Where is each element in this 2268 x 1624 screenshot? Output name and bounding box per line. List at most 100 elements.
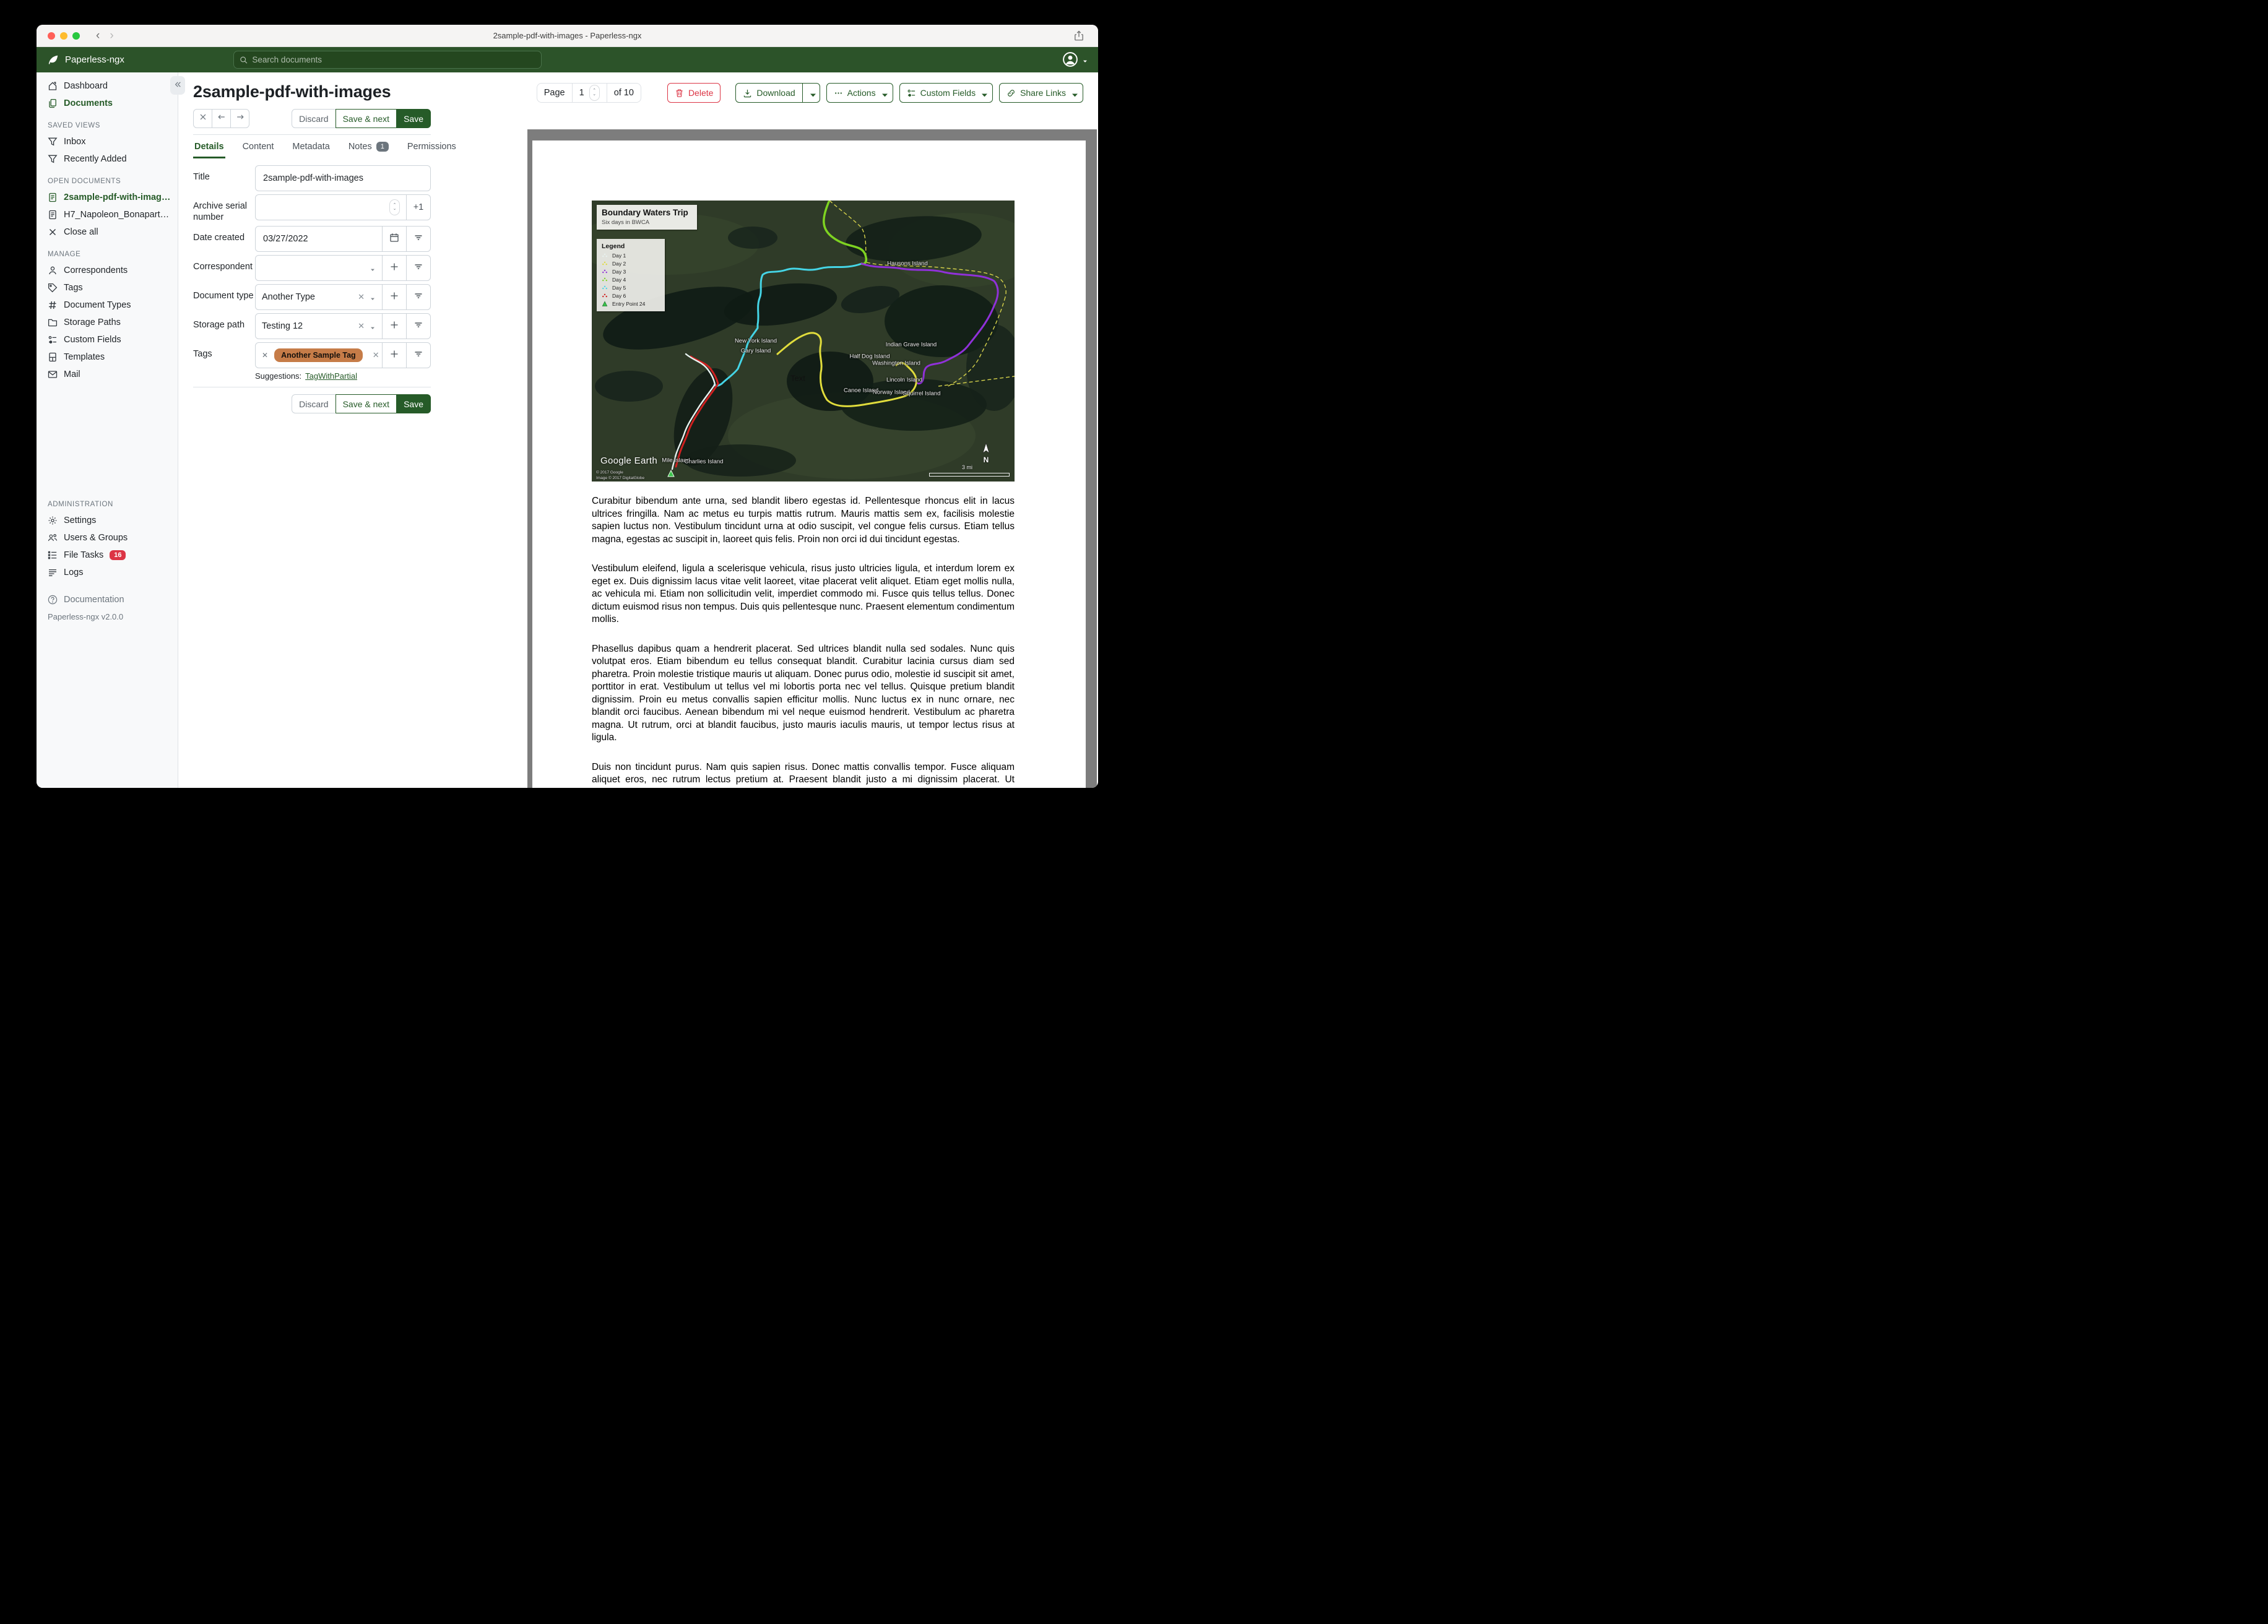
main-content: 2sample-pdf-with-images Discard Save & n… [170,72,1098,788]
sidebar-item-storage-paths[interactable]: Storage Paths [37,314,178,331]
custom-fields-button[interactable]: Custom Fields [899,83,993,103]
pdf-viewer-frame[interactable]: Boundary Waters Trip Six days in BWCA Le… [527,129,1097,788]
collapse-sidebar-button[interactable] [170,76,185,95]
page-stepper[interactable]: ⌃ ⌄ [589,85,600,101]
close-document-button[interactable] [193,109,212,128]
browser-forward-icon[interactable]: › [110,29,113,43]
user-menu[interactable] [1062,51,1088,67]
browser-back-icon[interactable]: ‹ [96,29,100,43]
asn-field[interactable]: ⌃ ⌄ [255,194,407,220]
sidebar-item-close-all[interactable]: Close all [37,223,178,241]
save-button[interactable]: Save [396,109,431,128]
save-and-next-button[interactable]: Save & next [335,109,397,128]
document-text: Curabitur bibendum ante urna, sed blandi… [592,495,1015,788]
date-created-field[interactable] [255,226,383,253]
sidebar-item-inbox[interactable]: Inbox [37,133,178,150]
sidebar-item-mail[interactable]: Mail [37,366,178,383]
minimize-window-button[interactable] [60,32,67,40]
storage-path-select[interactable]: Testing 12 ✕ [255,313,383,340]
document-type-filter-button[interactable] [406,284,431,311]
add-storage-path-button[interactable] [382,313,407,340]
sidebar-item-templates[interactable]: Templates [37,348,178,366]
map-text-annotation: Text [790,373,805,383]
chevron-down-icon[interactable] [370,294,376,301]
chevron-down-icon[interactable] [370,265,376,272]
app-version: Paperless-ngx v2.0.0 [48,612,124,621]
legend-entry: Day 4 [602,277,660,283]
ellipsis-icon [834,89,843,98]
app-window: ‹ › 2sample-pdf-with-images - Paperless-… [37,25,1098,788]
paw-icon [602,277,608,283]
suggestion-link[interactable]: TagWithPartial [305,371,357,381]
clear-icon[interactable]: ✕ [358,292,365,302]
sidebar-item-correspondents[interactable]: Correspondents [37,262,178,279]
sidebar-item-logs[interactable]: Logs [37,564,178,581]
tags-select[interactable]: ✕ Another Sample Tag ✕ [255,342,392,369]
save-button[interactable]: Save [396,394,431,414]
sidebar-item-dashboard[interactable]: Dashboard [37,77,178,95]
calendar-button[interactable] [382,226,407,253]
storage-path-filter-button[interactable] [406,313,431,340]
add-document-type-button[interactable] [382,284,407,311]
sidebar-item-recently-added[interactable]: Recently Added [37,150,178,168]
tab-details[interactable]: Details [193,136,225,158]
next-document-button[interactable] [230,109,249,128]
sidebar-item-settings[interactable]: Settings [37,512,178,529]
title-field[interactable] [255,165,431,191]
tab-metadata[interactable]: Metadata [291,136,331,158]
date-filter-button[interactable] [406,226,431,253]
tag-icon [48,283,58,293]
correspondent-select[interactable] [255,255,383,282]
legend-title: Legend [602,243,625,250]
template-icon [48,352,58,362]
zoom-window-button[interactable] [72,32,80,40]
search-box[interactable] [233,51,542,69]
download-dropdown-button[interactable] [802,83,820,103]
sidebar-item-users-groups[interactable]: Users & Groups [37,529,178,546]
correspondent-filter-button[interactable] [406,255,431,282]
sidebar-item-file-tasks[interactable]: File Tasks 16 [37,546,178,564]
pdf-page: Boundary Waters Trip Six days in BWCA Le… [532,140,1086,788]
sidebar-item-documentation[interactable]: Documentation [37,591,178,608]
chevron-down-icon[interactable] [370,323,376,330]
sidebar-item-label: Dashboard [64,81,108,91]
mail-icon [48,369,58,379]
document-edit-panel: 2sample-pdf-with-images Discard Save & n… [193,82,456,788]
document-type-select[interactable]: Another Type ✕ [255,284,383,311]
add-tag-button[interactable] [382,342,407,369]
close-window-button[interactable] [48,32,55,40]
clear-icon[interactable]: ✕ [373,350,379,360]
tab-content[interactable]: Content [241,136,275,158]
sidebar-item-document-types[interactable]: Document Types [37,296,178,314]
gear-icon [48,516,58,525]
legend-entry: Day 3 [602,269,660,275]
share-icon[interactable] [1073,30,1084,41]
legend-label: Day 4 [612,277,626,283]
sidebar-item-2sample-pdf-with-images[interactable]: 2sample-pdf-with-images [37,189,178,206]
legend-entry: Day 1 [602,253,660,259]
clear-icon[interactable]: ✕ [358,321,365,331]
previous-document-button[interactable] [212,109,231,128]
sidebar-item-documents[interactable]: Documents [37,95,178,112]
sidebar-item-custom-fields[interactable]: Custom Fields [37,331,178,348]
search-input[interactable] [252,55,535,64]
save-group-top: Discard Save & next Save [292,109,431,128]
share-links-button[interactable]: Share Links [999,83,1083,103]
number-stepper[interactable]: ⌃ ⌄ [389,199,400,215]
asn-plus-one-button[interactable]: +1 [406,194,431,220]
sidebar-item-label: Settings [64,516,97,525]
tags-filter-button[interactable] [406,342,431,369]
add-correspondent-button[interactable] [382,255,407,282]
page-number-input[interactable]: 1 [579,88,584,98]
sidebar-item-tags[interactable]: Tags [37,279,178,296]
sidebar-item-h7-napoleon-bonaparte-zadanie[interactable]: H7_Napoleon_Bonaparte_zadanie [37,206,178,223]
delete-button[interactable]: Delete [667,83,721,103]
remove-tag-icon[interactable]: ✕ [262,351,268,360]
sidebar-item-label: Document Types [64,300,131,310]
download-button[interactable]: Download [735,83,803,103]
save-and-next-button[interactable]: Save & next [335,394,397,414]
actions-button[interactable]: Actions [826,83,893,103]
discard-button[interactable]: Discard [292,109,336,128]
discard-button[interactable]: Discard [292,394,336,414]
tab-notes[interactable]: Notes 1 [347,136,390,158]
